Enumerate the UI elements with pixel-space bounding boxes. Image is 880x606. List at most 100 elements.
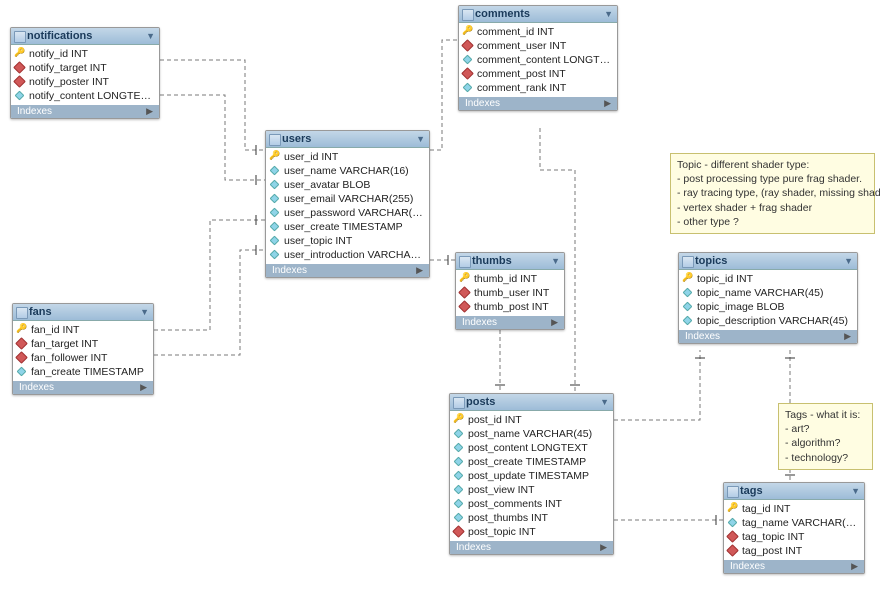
column[interactable]: post_thumbs INT	[450, 511, 613, 525]
columns-list: 🔑thumb_id INTthumb_user INTthumb_post IN…	[456, 270, 564, 316]
indexes-bar[interactable]: Indexes▶	[450, 541, 613, 554]
entity-header[interactable]: topics▼	[679, 253, 857, 270]
expand-icon[interactable]: ▶	[604, 98, 611, 109]
column[interactable]: 🔑user_id INT	[266, 150, 429, 164]
fk-icon	[461, 39, 474, 52]
column[interactable]: post_name VARCHAR(45)	[450, 427, 613, 441]
entity-header[interactable]: fans▼	[13, 304, 153, 321]
column[interactable]: topic_description VARCHAR(45)	[679, 314, 857, 328]
column-label: topic_name VARCHAR(45)	[697, 287, 823, 299]
column-label: fan_target INT	[31, 338, 98, 350]
collapse-icon[interactable]: ▼	[551, 256, 560, 266]
column[interactable]: 🔑fan_id INT	[13, 323, 153, 337]
collapse-icon[interactable]: ▼	[844, 256, 853, 266]
column[interactable]: user_email VARCHAR(255)	[266, 192, 429, 206]
column[interactable]: notify_poster INT	[11, 75, 159, 89]
indexes-bar[interactable]: Indexes▶	[679, 330, 857, 343]
column[interactable]: topic_image BLOB	[679, 300, 857, 314]
column[interactable]: thumb_user INT	[456, 286, 564, 300]
expand-icon[interactable]: ▶	[416, 265, 423, 276]
column[interactable]: post_create TIMESTAMP	[450, 455, 613, 469]
column-icon	[454, 485, 464, 495]
column[interactable]: tag_post INT	[724, 544, 864, 558]
collapse-icon[interactable]: ▼	[146, 31, 155, 41]
indexes-bar[interactable]: Indexes▶	[266, 264, 429, 277]
indexes-label: Indexes	[17, 106, 52, 117]
column[interactable]: post_update TIMESTAMP	[450, 469, 613, 483]
column[interactable]: user_introduction VARCHAR...	[266, 248, 429, 262]
column-label: user_name VARCHAR(16)	[284, 165, 409, 177]
column-icon	[17, 367, 27, 377]
entity-posts[interactable]: posts▼🔑post_id INTpost_name VARCHAR(45)p…	[449, 393, 614, 555]
expand-icon[interactable]: ▶	[551, 317, 558, 328]
column[interactable]: user_topic INT	[266, 234, 429, 248]
column-icon	[463, 55, 473, 65]
column[interactable]: post_comments INT	[450, 497, 613, 511]
column[interactable]: user_password VARCHAR(32)	[266, 206, 429, 220]
entity-header[interactable]: thumbs▼	[456, 253, 564, 270]
columns-list: 🔑post_id INTpost_name VARCHAR(45)post_co…	[450, 411, 613, 541]
entity-header[interactable]: tags▼	[724, 483, 864, 500]
indexes-bar[interactable]: Indexes▶	[456, 316, 564, 329]
column[interactable]: post_view INT	[450, 483, 613, 497]
column-icon	[454, 457, 464, 467]
expand-icon[interactable]: ▶	[140, 382, 147, 393]
column[interactable]: 🔑comment_id INT	[459, 25, 617, 39]
column[interactable]: notify_target INT	[11, 61, 159, 75]
column[interactable]: post_topic INT	[450, 525, 613, 539]
entity-fans[interactable]: fans▼ 🔑fan_id INTfan_target INTfan_follow…	[12, 303, 154, 395]
column[interactable]: comment_post INT	[459, 67, 617, 81]
entity-topics[interactable]: topics▼ 🔑topic_id INTtopic_name VARCHAR(4…	[678, 252, 858, 344]
indexes-bar[interactable]: Indexes▶	[459, 97, 617, 110]
column-label: post_content LONGTEXT	[468, 442, 588, 454]
column-icon	[270, 166, 280, 176]
entity-notifications[interactable]: notifications▼ 🔑notify_id INTnotify_targe…	[10, 27, 160, 119]
collapse-icon[interactable]: ▼	[416, 134, 425, 144]
column[interactable]: user_avatar BLOB	[266, 178, 429, 192]
column-label: notify_id INT	[29, 48, 88, 60]
collapse-icon[interactable]: ▼	[140, 307, 149, 317]
indexes-bar[interactable]: Indexes ▶	[11, 105, 159, 118]
column[interactable]: 🔑notify_id INT	[11, 47, 159, 61]
indexes-bar[interactable]: Indexes▶	[724, 560, 864, 573]
column[interactable]: thumb_post INT	[456, 300, 564, 314]
column[interactable]: fan_follower INT	[13, 351, 153, 365]
entity-title: posts	[466, 396, 495, 408]
column[interactable]: notify_content LONGTEXT	[11, 89, 159, 103]
entity-header[interactable]: comments▼	[459, 6, 617, 23]
collapse-icon[interactable]: ▼	[600, 397, 609, 407]
collapse-icon[interactable]: ▼	[604, 9, 613, 19]
indexes-bar[interactable]: Indexes▶	[13, 381, 153, 394]
entity-thumbs[interactable]: thumbs▼🔑thumb_id INTthumb_user INTthumb_…	[455, 252, 565, 330]
entity-tags[interactable]: tags▼🔑tag_id INTtag_name VARCHAR(45)tag_…	[723, 482, 865, 574]
note-tag[interactable]: Tags - what it is: - art? - algorithm? -…	[778, 403, 873, 470]
expand-icon[interactable]: ▶	[146, 106, 153, 117]
note-topic[interactable]: Topic - different shader type: - post pr…	[670, 153, 875, 234]
entity-comments[interactable]: comments▼🔑comment_id INTcomment_user INT…	[458, 5, 618, 111]
column[interactable]: fan_create TIMESTAMP	[13, 365, 153, 379]
column[interactable]: comment_user INT	[459, 39, 617, 53]
column[interactable]: user_name VARCHAR(16)	[266, 164, 429, 178]
column[interactable]: tag_name VARCHAR(45)	[724, 516, 864, 530]
column[interactable]: tag_topic INT	[724, 530, 864, 544]
column-label: user_introduction VARCHAR...	[284, 249, 427, 261]
column[interactable]: post_content LONGTEXT	[450, 441, 613, 455]
entity-header[interactable]: notifications▼	[11, 28, 159, 45]
column[interactable]: comment_content LONGTE...	[459, 53, 617, 67]
column[interactable]: 🔑tag_id INT	[724, 502, 864, 516]
column[interactable]: comment_rank INT	[459, 81, 617, 95]
column[interactable]: user_create TIMESTAMP	[266, 220, 429, 234]
entity-users[interactable]: users▼🔑user_id INTuser_name VARCHAR(16)u…	[265, 130, 430, 278]
expand-icon[interactable]: ▶	[851, 561, 858, 572]
columns-list: 🔑comment_id INTcomment_user INTcomment_c…	[459, 23, 617, 97]
entity-header[interactable]: users▼	[266, 131, 429, 148]
column[interactable]: topic_name VARCHAR(45)	[679, 286, 857, 300]
collapse-icon[interactable]: ▼	[851, 486, 860, 496]
expand-icon[interactable]: ▶	[600, 542, 607, 553]
column[interactable]: fan_target INT	[13, 337, 153, 351]
column[interactable]: 🔑topic_id INT	[679, 272, 857, 286]
column[interactable]: 🔑post_id INT	[450, 413, 613, 427]
entity-header[interactable]: posts ▼	[450, 394, 613, 411]
expand-icon[interactable]: ▶	[844, 331, 851, 342]
column[interactable]: 🔑thumb_id INT	[456, 272, 564, 286]
